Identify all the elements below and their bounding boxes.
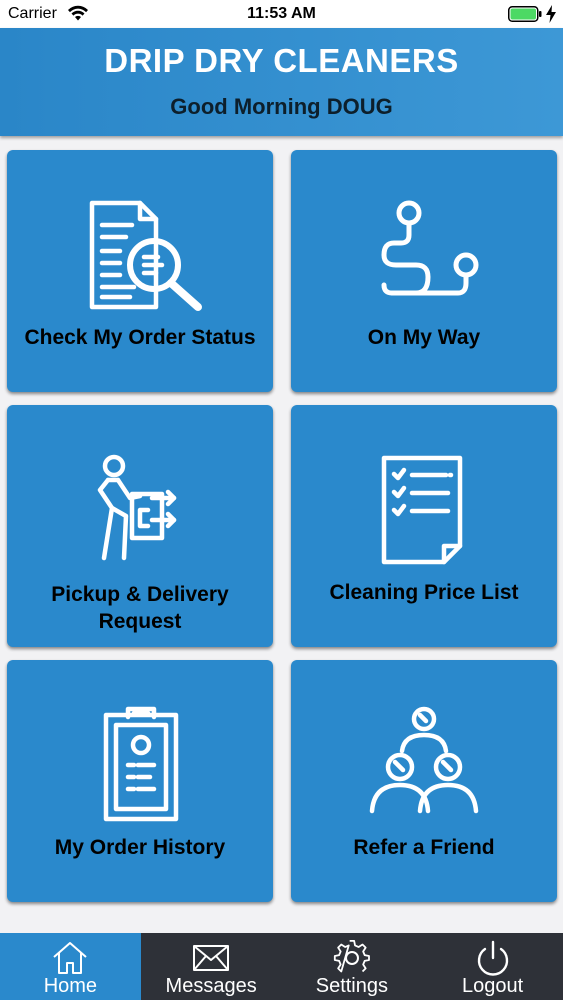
clipboard-icon xyxy=(103,706,179,822)
tile-label: Pickup & Delivery Request xyxy=(51,583,229,633)
route-icon xyxy=(381,200,479,296)
tile-label: My Order History xyxy=(54,836,226,859)
tile-label: Check My Order Status xyxy=(24,326,256,349)
envelope-icon xyxy=(193,945,230,971)
tile-label: On My Way xyxy=(367,326,481,349)
tile-pickup-delivery[interactable]: Pickup & Delivery Request xyxy=(7,405,273,647)
home-icon xyxy=(53,942,88,974)
checklist-icon xyxy=(381,455,463,565)
tile-order-history[interactable]: My Order History xyxy=(7,660,273,902)
tile-on-my-way[interactable]: On My Way xyxy=(291,150,557,392)
tab-messages[interactable]: Messages xyxy=(141,933,282,1000)
app-header: DRIP DRY CLEANERS Good Morning DOUG xyxy=(0,28,563,136)
tile-cleaning-price-list[interactable]: Cleaning Price List xyxy=(291,405,557,647)
tile-refer-friend[interactable]: Refer a Friend xyxy=(291,660,557,902)
tab-home[interactable]: Home xyxy=(0,933,141,1000)
tab-label: Messages xyxy=(165,975,257,997)
tile-check-order-status[interactable]: Check My Order Status xyxy=(7,150,273,392)
referral-people-icon xyxy=(369,706,479,814)
tab-bar: Home Messages Settings Logout xyxy=(0,933,563,1000)
greeting-text: Good Morning DOUG xyxy=(170,94,393,119)
gear-icon xyxy=(333,940,370,973)
delivery-person-icon xyxy=(97,454,177,561)
clock: 11:53 AM xyxy=(247,5,316,22)
tile-label: Cleaning Price List xyxy=(329,581,519,604)
tile-label: Refer a Friend xyxy=(353,836,495,859)
tab-logout[interactable]: Logout xyxy=(422,933,563,1000)
power-icon xyxy=(477,940,508,976)
app-title: DRIP DRY CLEANERS xyxy=(104,42,459,79)
status-bar: Carrier 11:53 AM xyxy=(0,0,563,28)
document-search-icon xyxy=(89,200,202,311)
tab-label: Settings xyxy=(315,975,388,997)
tab-label: Logout xyxy=(462,975,524,997)
charging-bolt-icon xyxy=(546,5,556,23)
battery-icon xyxy=(508,6,542,22)
tab-label: Home xyxy=(43,975,98,997)
tab-settings[interactable]: Settings xyxy=(282,933,423,1000)
